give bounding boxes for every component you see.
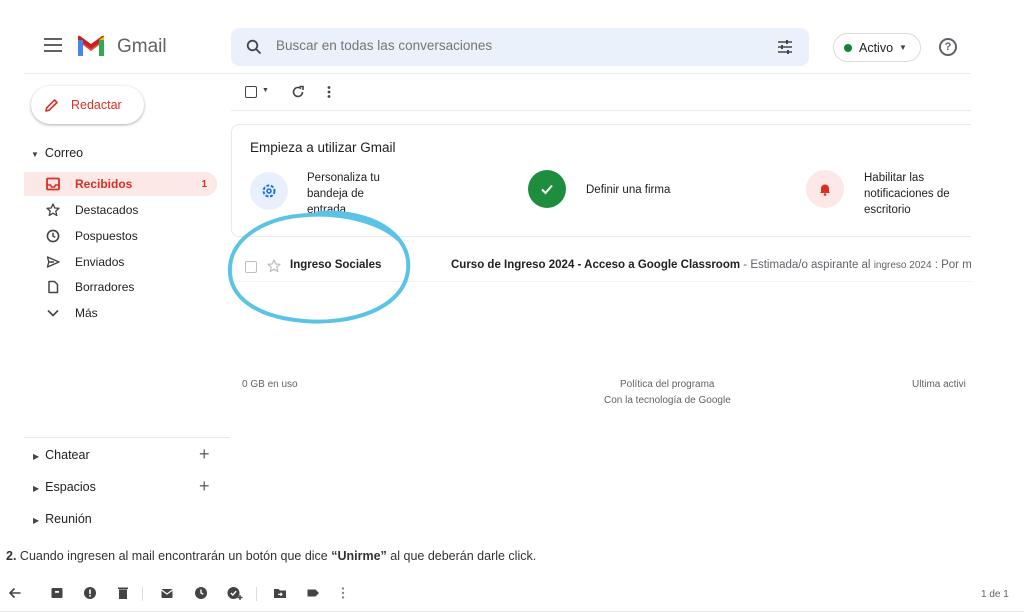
email-snippet-small: ingreso 2024	[873, 260, 932, 271]
star-icon	[45, 202, 61, 218]
step-text-line: Habilitar las	[864, 172, 925, 184]
toolbar-separator	[256, 587, 257, 601]
section-mail[interactable]: ▼ Correo	[31, 146, 83, 160]
caret-down-icon: ▼	[899, 43, 907, 52]
search-options-icon[interactable]	[777, 39, 793, 55]
add-task-icon[interactable]	[227, 586, 243, 600]
pencil-icon	[45, 99, 58, 112]
report-spam-icon[interactable]	[83, 586, 97, 600]
more-vertical-icon[interactable]	[326, 85, 332, 99]
program-policy-link[interactable]: Política del programa	[620, 379, 715, 390]
clock-icon	[45, 228, 61, 244]
section-meet[interactable]: ▶ Reunión	[33, 512, 92, 525]
sidebar-item-label: Más	[75, 306, 98, 320]
new-chat-plus-icon[interactable]: +	[199, 444, 210, 465]
step-text-line: Personaliza tu	[307, 172, 380, 184]
step-notifications[interactable]: Habilitar las notificaciones de escritor…	[864, 170, 950, 218]
pagination-label: 1 de 1	[981, 589, 1009, 600]
inbox-icon	[45, 176, 61, 192]
last-activity[interactable]: Última activi	[912, 379, 970, 390]
sidebar-item-starred[interactable]: Destacados	[24, 198, 217, 222]
section-spaces-label: Espacios	[45, 480, 96, 494]
caption-number: 2.	[6, 549, 17, 563]
status-dot-icon	[844, 43, 852, 52]
sidebar-item-drafts[interactable]: Borradores	[24, 275, 217, 299]
section-chat-label: Chatear	[45, 448, 90, 462]
expand-icon: ▶	[33, 452, 40, 461]
sidebar-item-more[interactable]: Más	[24, 301, 217, 325]
section-mail-label: Correo	[44, 146, 84, 160]
status-label: Activo	[859, 40, 894, 55]
compose-button[interactable]: Redactar	[31, 86, 144, 124]
sidebar-item-inbox[interactable]: Recibidos 1	[24, 172, 217, 196]
sidebar-item-label: Enviados	[75, 255, 125, 269]
getting-started-title: Empieza a utilizar Gmail	[250, 140, 396, 155]
chevron-down-icon	[45, 305, 61, 321]
check-icon[interactable]	[528, 170, 566, 208]
snooze-icon[interactable]	[194, 586, 208, 600]
main-menu-button[interactable]	[44, 38, 62, 52]
email-snippet-tail: : Por me	[934, 259, 971, 271]
email-preview: Curso de Ingreso 2024 - Acceso a Google …	[451, 259, 971, 271]
step-text-line: notificaciones de	[864, 188, 950, 200]
search-icon[interactable]	[246, 39, 262, 55]
toolbar-divider	[231, 110, 971, 111]
unread-count: 1	[201, 178, 207, 190]
more-vertical-icon[interactable]	[340, 586, 346, 600]
new-space-plus-icon[interactable]: +	[199, 476, 210, 497]
expand-icon: ▶	[33, 484, 40, 493]
highlight-circle-annotation	[227, 210, 411, 324]
help-icon[interactable]: ?	[939, 38, 957, 56]
sidebar-divider	[24, 437, 230, 438]
bell-icon[interactable]	[806, 170, 844, 208]
caption-text: al que deberán darle click.	[386, 549, 537, 563]
move-to-icon[interactable]	[273, 586, 287, 600]
section-meet-label: Reunión	[45, 512, 92, 525]
sidebar-item-label: Borradores	[75, 280, 135, 294]
collapse-icon: ▼	[31, 150, 39, 159]
gmail-logo[interactable]	[76, 34, 106, 58]
sidebar-item-snoozed[interactable]: Pospuestos	[24, 224, 217, 248]
app-title: Gmail	[117, 36, 167, 57]
delete-icon[interactable]	[116, 586, 130, 600]
select-all-checkbox[interactable]	[245, 86, 257, 98]
bottom-divider	[0, 611, 1024, 612]
section-chat[interactable]: ▶ Chatear	[33, 448, 90, 462]
step-text-line: bandeja de	[307, 188, 364, 200]
send-icon	[45, 254, 61, 270]
sidebar-item-label: Pospuestos	[75, 229, 138, 243]
back-arrow-icon[interactable]	[8, 586, 22, 600]
compose-label: Redactar	[71, 98, 122, 112]
search-input[interactable]	[276, 38, 736, 53]
mark-unread-icon[interactable]	[160, 586, 174, 600]
sidebar-item-sent[interactable]: Enviados	[24, 250, 217, 274]
sidebar-item-label: Recibidos	[75, 177, 133, 191]
step-signature[interactable]: Definir una firma	[586, 182, 670, 198]
refresh-icon[interactable]	[291, 85, 305, 99]
caption-highlight: “Unirme”	[331, 549, 387, 563]
status-button[interactable]: Activo ▼	[833, 33, 921, 62]
storage-usage: 0 GB en uso	[242, 379, 298, 390]
step-text-line: escritorio	[864, 204, 911, 216]
toolbar-separator	[142, 587, 143, 601]
powered-by: Con la tecnología de Google	[604, 395, 731, 406]
expand-icon: ▶	[33, 516, 40, 525]
sidebar-item-label: Destacados	[75, 203, 139, 217]
draft-icon	[45, 279, 61, 295]
caption-text: Cuando ingresen al mail encontrarán un b…	[16, 549, 332, 563]
section-spaces[interactable]: ▶ Espacios	[33, 480, 96, 494]
email-subject: Curso de Ingreso 2024 - Acceso a Google …	[451, 259, 741, 271]
header-divider	[24, 73, 970, 74]
instruction-caption: 2. Cuando ingresen al mail encontrarán u…	[6, 549, 536, 563]
archive-icon[interactable]	[50, 586, 64, 600]
email-snippet: - Estimada/o aspirante al	[740, 259, 874, 271]
select-dropdown-icon[interactable]: ▼	[262, 87, 269, 94]
label-icon[interactable]	[306, 586, 320, 600]
